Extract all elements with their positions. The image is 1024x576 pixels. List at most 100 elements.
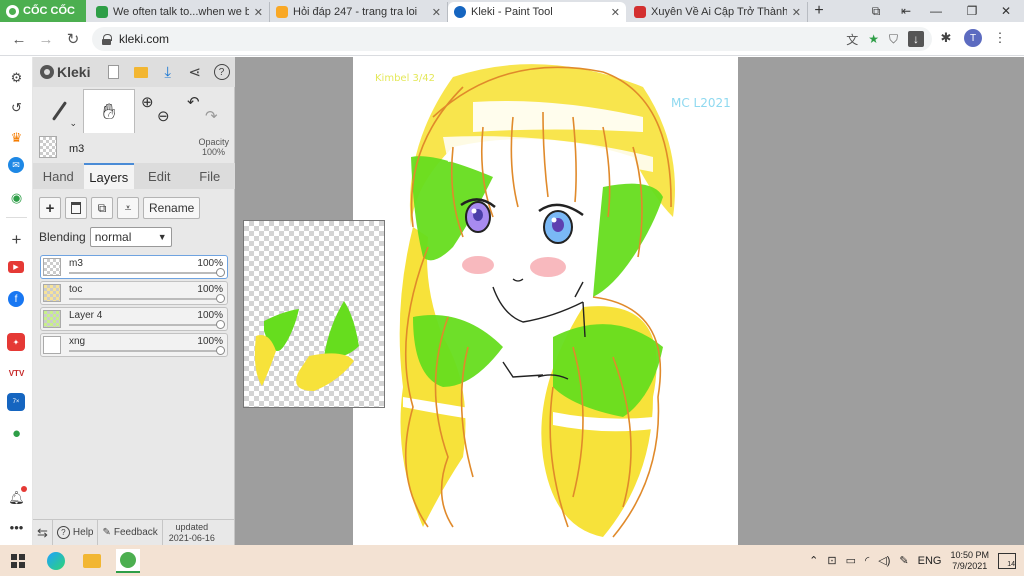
help-circle-icon[interactable]: ? bbox=[208, 57, 235, 87]
swap-side-icon[interactable]: ⇆ bbox=[33, 519, 53, 546]
translate-icon[interactable]: 文 bbox=[846, 31, 858, 48]
volume-icon[interactable]: ◁) bbox=[878, 554, 890, 567]
layer-item-layer-4[interactable]: Layer 4 100% bbox=[40, 307, 228, 331]
slider-knob[interactable] bbox=[216, 346, 225, 355]
shopee-icon[interactable]: ✦ bbox=[7, 333, 25, 351]
shield-icon[interactable]: ⛉ bbox=[889, 32, 898, 47]
layer-item-xng[interactable]: xng 100% bbox=[40, 333, 228, 357]
address-bar[interactable]: kleki.com 文 ★ ⛉ ↓ bbox=[92, 27, 932, 51]
slider-knob[interactable] bbox=[216, 320, 225, 329]
redo-icon[interactable]: ↷ bbox=[205, 107, 218, 125]
layer-opacity-slider[interactable] bbox=[69, 294, 225, 303]
help-button[interactable]: ? Help bbox=[53, 519, 99, 546]
tab-hand[interactable]: Hand bbox=[33, 163, 84, 189]
kleki-workspace[interactable]: Kimbel 3/42 MC L2021 bbox=[235, 57, 1024, 545]
tab-kleki-paint-tool[interactable]: Kleki - Paint Tool ✕ bbox=[448, 2, 626, 22]
facebook-icon[interactable]: f bbox=[8, 291, 24, 307]
settings-gear-icon[interactable]: ⚙ bbox=[6, 67, 27, 88]
history-icon[interactable]: ↺ bbox=[6, 97, 27, 118]
news-7x97-icon[interactable]: 7× bbox=[7, 393, 25, 411]
language-indicator[interactable]: ENG bbox=[918, 555, 942, 567]
updated-info: updated 2021-06-16 bbox=[163, 522, 215, 544]
menu-dots-icon[interactable]: ⋮ bbox=[990, 28, 1010, 48]
zoom-in-icon[interactable]: ⊕ bbox=[141, 93, 154, 111]
taskbar-clock[interactable]: 10:50 PM 7/9/2021 bbox=[950, 550, 989, 572]
profile-avatar[interactable]: T bbox=[964, 29, 982, 47]
messenger-icon[interactable]: ✉ bbox=[8, 157, 24, 173]
kleki-tabs: Hand Layers Edit File bbox=[33, 163, 235, 189]
add-layer-button[interactable]: + bbox=[39, 197, 61, 219]
minimize-icon[interactable]: — bbox=[922, 0, 950, 22]
crown-icon[interactable]: ♛ bbox=[6, 127, 27, 148]
pen-icon[interactable]: ✎ bbox=[899, 554, 908, 567]
close-tab-icon[interactable]: ✕ bbox=[432, 6, 441, 19]
lock-icon[interactable] bbox=[102, 33, 112, 45]
zoom-out-icon[interactable]: ⊖ bbox=[157, 107, 170, 125]
sidebar-toggle-icon[interactable]: ⇤ bbox=[892, 0, 920, 22]
windows-start-icon[interactable] bbox=[6, 549, 30, 573]
add-shortcut-icon[interactable]: + bbox=[6, 229, 27, 250]
kleki-logo[interactable]: Kleki bbox=[33, 64, 101, 80]
tab-file[interactable]: File bbox=[185, 163, 236, 189]
notification-center-icon[interactable]: 14 bbox=[998, 552, 1016, 569]
rename-layer-button[interactable]: Rename bbox=[143, 197, 201, 219]
share-icon[interactable]: ⋖ bbox=[181, 57, 208, 87]
coccoc-taskbar-icon[interactable] bbox=[116, 549, 140, 573]
vtv-icon[interactable]: VTV bbox=[6, 363, 27, 384]
undo-icon[interactable]: ↶ bbox=[187, 93, 200, 111]
layer-opacity-slider[interactable] bbox=[69, 346, 225, 355]
tab-we-often-talk[interactable]: We often talk to...when we b ✕ bbox=[90, 2, 270, 22]
extensions-puzzle-icon[interactable]: ✱ bbox=[936, 28, 956, 48]
slider-knob[interactable] bbox=[216, 294, 225, 303]
delete-layer-button[interactable] bbox=[65, 197, 87, 219]
meet-now-icon[interactable]: ⊡ bbox=[827, 554, 836, 567]
layer-item-toc[interactable]: toc 100% bbox=[40, 281, 228, 305]
battery-icon[interactable]: ▭ bbox=[846, 554, 856, 567]
merge-layer-button[interactable]: ⩡ bbox=[117, 197, 139, 219]
close-window-icon[interactable]: ✕ bbox=[992, 0, 1020, 22]
url-text[interactable]: kleki.com bbox=[119, 32, 169, 46]
youtube-icon[interactable]: ▶ bbox=[8, 261, 24, 273]
drawing-canvas[interactable]: Kimbel 3/42 MC L2021 bbox=[353, 57, 738, 545]
browser-sidebar: ⚙ ↺ ♛ ✉ ◉ + ▶ f ✦ VTV 7× ● 🔔︎ ••• bbox=[0, 57, 33, 545]
game-controller-icon[interactable]: ◉ bbox=[6, 187, 27, 208]
tab-edit[interactable]: Edit bbox=[134, 163, 185, 189]
slider-knob[interactable] bbox=[216, 268, 225, 277]
current-layer-thumbnail bbox=[39, 136, 57, 158]
edge-browser-icon[interactable] bbox=[44, 549, 68, 573]
tab-xuyen-ve-ai-cap[interactable]: Xuyên Về Ai Cập Trở Thành S ✕ bbox=[628, 2, 808, 22]
more-dots-icon[interactable]: ••• bbox=[6, 517, 27, 538]
open-folder-icon[interactable] bbox=[127, 57, 154, 87]
coccoc-menu-button[interactable]: CỐC CỐC bbox=[0, 0, 86, 22]
bookmark-star-icon[interactable]: ★ bbox=[868, 32, 879, 46]
layer-item-m3[interactable]: m3 100% bbox=[40, 255, 228, 279]
layer-opacity-slider[interactable] bbox=[69, 268, 225, 277]
blending-select[interactable]: normal ▼ bbox=[89, 227, 172, 247]
hand-tool-button[interactable]: ✋︎ bbox=[83, 89, 135, 133]
wifi-icon[interactable]: ◜ bbox=[865, 554, 869, 567]
reload-icon[interactable]: ↻ bbox=[62, 28, 84, 50]
tab-search-icon[interactable]: ⧉ bbox=[862, 0, 890, 22]
forward-arrow-icon[interactable]: → bbox=[35, 28, 57, 50]
new-tab-button[interactable]: + bbox=[810, 2, 828, 20]
close-tab-icon[interactable]: ✕ bbox=[792, 6, 801, 19]
feedback-button[interactable]: ✎ Feedback bbox=[98, 519, 163, 546]
tab-hoi-dap-247[interactable]: Hỏi đáp 247 - trang tra loi ✕ bbox=[270, 2, 448, 22]
globe-game-icon[interactable]: ● bbox=[6, 423, 27, 444]
back-arrow-icon[interactable]: ← bbox=[8, 28, 30, 50]
duplicate-layer-button[interactable]: ⧉ bbox=[91, 197, 113, 219]
layer-opacity-slider[interactable] bbox=[69, 320, 225, 329]
brush-tool-button[interactable]: ⌄ bbox=[39, 89, 79, 133]
file-explorer-icon[interactable] bbox=[80, 549, 104, 573]
new-image-icon[interactable] bbox=[101, 57, 128, 87]
trash-icon bbox=[71, 202, 81, 214]
download-icon[interactable]: ↓ bbox=[908, 31, 924, 47]
chevron-down-icon[interactable]: ⌄ bbox=[69, 118, 77, 129]
tab-layers[interactable]: Layers bbox=[83, 163, 134, 189]
save-download-icon[interactable]: ⤓ bbox=[154, 57, 181, 87]
chevron-up-icon[interactable]: ⌃ bbox=[809, 554, 818, 567]
close-tab-icon[interactable]: ✕ bbox=[611, 6, 620, 19]
system-tray: ⌃ ⊡ ▭ ◜ ◁) ✎ ENG 10:50 PM 7/9/2021 14 bbox=[809, 545, 1024, 576]
restore-icon[interactable]: ❐ bbox=[958, 0, 986, 22]
close-tab-icon[interactable]: ✕ bbox=[254, 6, 263, 19]
